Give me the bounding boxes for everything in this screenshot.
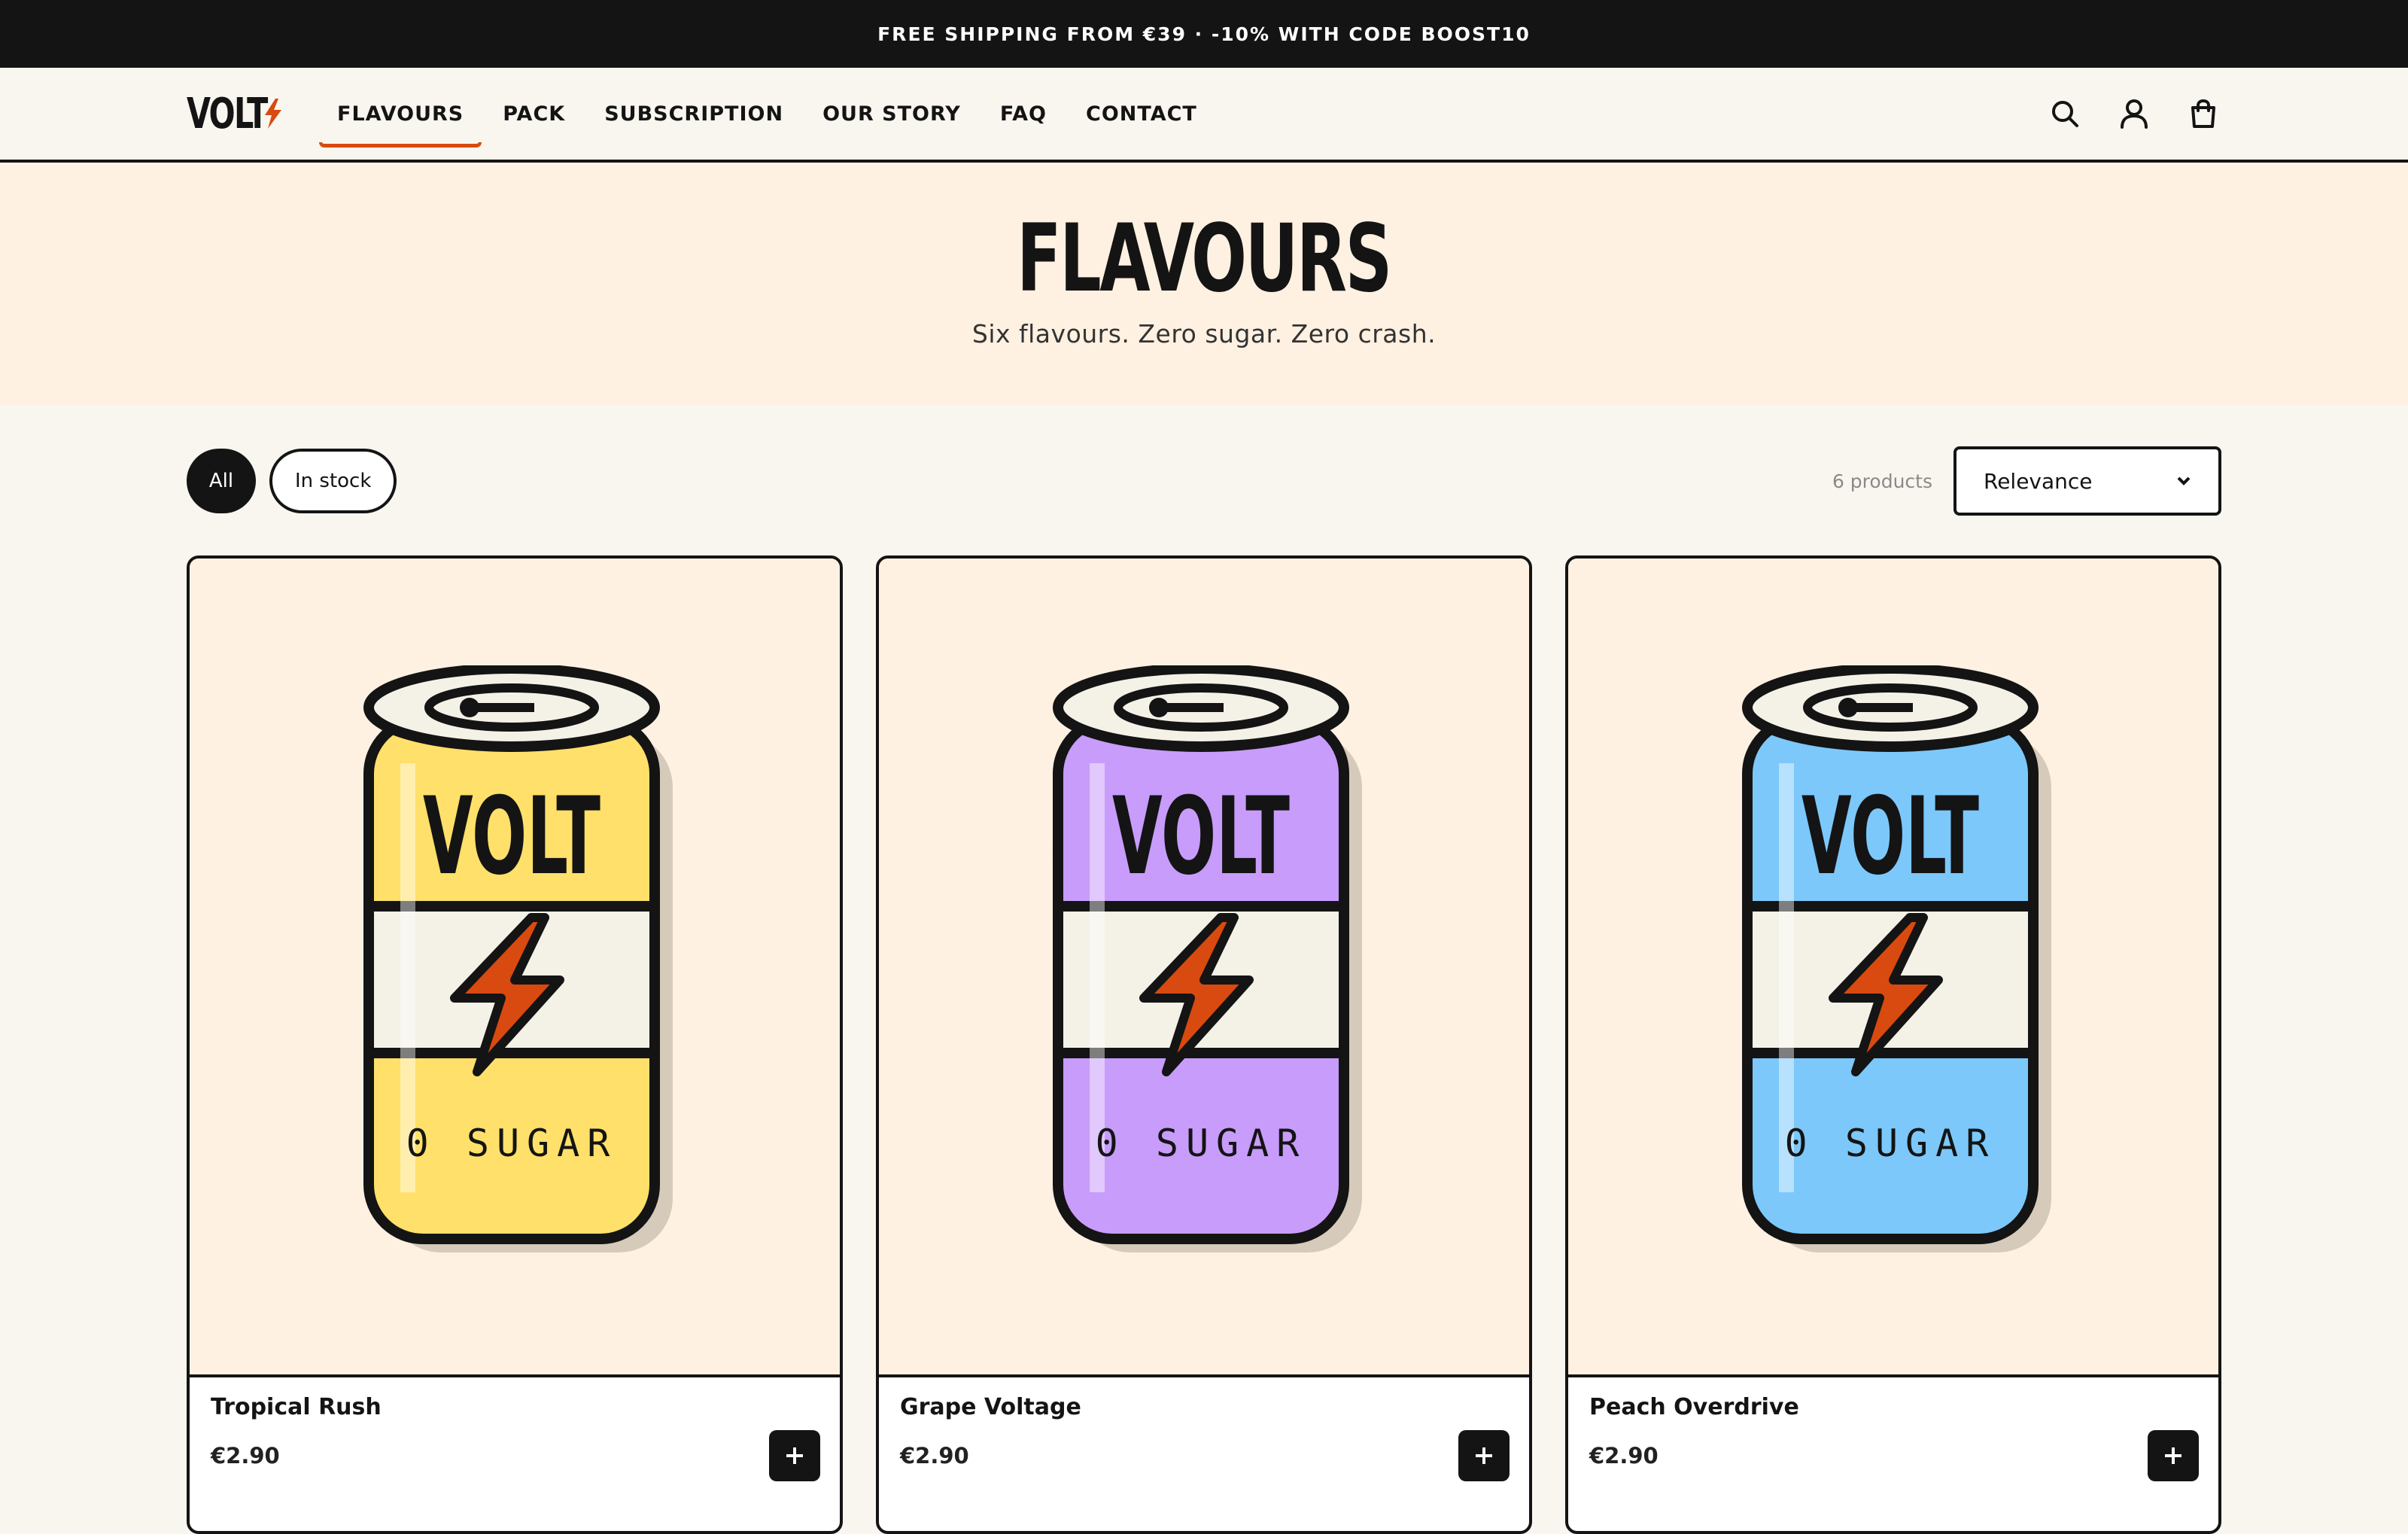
plus-icon [1476, 1447, 1492, 1464]
product-name: Grape Voltage [900, 1394, 1081, 1420]
sort-select[interactable]: Relevance [1953, 446, 2221, 516]
can-icon: VOLT 0 SUGAR [1742, 665, 2051, 1252]
product-name: Peach Overdrive [1589, 1394, 1799, 1420]
product-name: Tropical Rush [211, 1394, 382, 1420]
nav-label: CONTACT [1086, 102, 1197, 126]
product-info: Tropical Rush €2.90 [190, 1377, 840, 1485]
announcement-bar: FREE SHIPPING FROM €39 · -10% WITH CODE … [0, 0, 2408, 68]
product-info: Grape Voltage €2.90 [879, 1377, 1529, 1485]
site-header: VOLT FLAVOURS PACK SUBSCRIPTION OUR STOR… [0, 68, 2408, 163]
product-image: VOLT 0 SUGAR [879, 559, 1529, 1377]
toolbar: All In stock 6 products Relevance [0, 438, 2408, 524]
can-label-text: VOLT [1112, 775, 1290, 899]
filter-all[interactable]: All [187, 449, 256, 513]
can-label-text: VOLT [1801, 775, 1979, 899]
page-title: FLAVOURS [1017, 205, 1393, 313]
nav-label: FLAVOURS [337, 102, 464, 126]
nav-label: PACK [503, 102, 566, 126]
can-sugar-text: 0 SUGAR [1785, 1122, 1996, 1165]
product-info: Peach Overdrive €2.90 [1568, 1377, 2218, 1485]
search-icon[interactable] [2047, 96, 2083, 132]
page-subtitle: Six flavours. Zero sugar. Zero crash. [971, 319, 1437, 348]
nav-item-contact[interactable]: CONTACT [1066, 68, 1217, 160]
nav-item-faq[interactable]: FAQ [981, 68, 1066, 160]
can-sugar-text: 0 SUGAR [1096, 1122, 1307, 1165]
product-image: VOLT 0 SUGAR [190, 559, 840, 1377]
filter-label: All [208, 470, 234, 492]
nav-label: OUR STORY [822, 102, 961, 126]
sort-selected: Relevance [1984, 468, 2093, 494]
product-image: VOLT 0 SUGAR [1568, 559, 2218, 1377]
product-card[interactable]: VOLT 0 SUGAR Tropical Rush €2.90 [187, 555, 843, 1534]
can-sugar-text: 0 SUGAR [406, 1122, 618, 1165]
nav-item-pack[interactable]: PACK [483, 68, 585, 160]
product-price: €2.90 [1589, 1443, 1659, 1469]
plus-icon [786, 1447, 803, 1464]
cart-icon[interactable] [2185, 96, 2221, 132]
account-icon[interactable] [2116, 96, 2152, 132]
announcement-text: FREE SHIPPING FROM €39 · -10% WITH CODE … [877, 23, 1531, 45]
product-price: €2.90 [900, 1443, 969, 1469]
filter-in-stock[interactable]: In stock [269, 449, 397, 513]
can-icon: VOLT 0 SUGAR [1053, 665, 1362, 1252]
plus-icon [2165, 1447, 2181, 1464]
main-nav: FLAVOURS PACK SUBSCRIPTION OUR STORY FAQ… [318, 68, 1217, 160]
nav-item-flavours[interactable]: FLAVOURS [318, 68, 483, 160]
hero: FLAVOURS Six flavours. Zero sugar. Zero … [0, 163, 2408, 405]
product-card[interactable]: VOLT 0 SUGAR Grape Voltage €2.90 [876, 555, 1532, 1534]
nav-label: SUBSCRIPTION [604, 102, 784, 126]
add-to-cart-button[interactable] [1458, 1430, 1510, 1481]
logo-text: VOLT [187, 89, 268, 138]
chevron-down-icon [2177, 476, 2191, 485]
can-label-text: VOLT [423, 775, 600, 899]
product-price: €2.90 [211, 1443, 280, 1469]
product-count: 6 products [1832, 470, 1932, 492]
logo[interactable]: VOLT [187, 90, 283, 138]
product-grid: VOLT 0 SUGAR Tropical Rush €2.90 VOLT 0 … [0, 555, 2408, 1534]
nav-item-our-story[interactable]: OUR STORY [803, 68, 981, 160]
product-card[interactable]: VOLT 0 SUGAR Peach Overdrive €2.90 [1565, 555, 2221, 1534]
add-to-cart-button[interactable] [2148, 1430, 2199, 1481]
add-to-cart-button[interactable] [769, 1430, 820, 1481]
nav-item-subscription[interactable]: SUBSCRIPTION [585, 68, 803, 160]
nav-label: FAQ [999, 102, 1047, 126]
filter-label: In stock [295, 470, 372, 492]
can-icon: VOLT 0 SUGAR [363, 665, 673, 1252]
header-icons [2047, 96, 2221, 132]
